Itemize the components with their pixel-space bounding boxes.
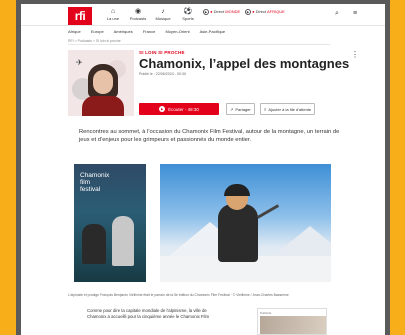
search-icon[interactable]: ⌕ <box>335 10 339 18</box>
show-tag[interactable]: SI LOIN SI PROCHE <box>139 50 185 55</box>
listen-button[interactable]: ▶ Écouter - 48:30 <box>139 103 219 115</box>
podcast-icon: ◉ <box>134 8 142 15</box>
play-circle-icon: ▶ <box>245 9 251 15</box>
article-body: Comme pour dire la capitale mondiale de … <box>87 308 210 319</box>
subnav-moyen-orient[interactable]: Moyen-Orient <box>165 29 189 34</box>
subnav-afrique[interactable]: Afrique <box>68 29 81 34</box>
breadcrumb[interactable]: RFI > Podcasts > Si loin si proche <box>68 39 121 43</box>
published-date: Publié le : 22/06/2024 - 00:30 <box>139 72 186 76</box>
share-button[interactable]: ↗ Partager <box>226 103 255 115</box>
home-icon: ⌂ <box>110 8 116 15</box>
subnav-europe[interactable]: Europe <box>91 29 104 34</box>
sidebar-ad[interactable]: Publicité <box>257 308 327 335</box>
share-icon: ↗ <box>230 106 234 112</box>
episode-description: Rencontres au sommet, à l’occasion du Ch… <box>79 129 340 143</box>
web-page: rfi ⌂ La une ◉ Podcasts ♪ Musique ⚽ Spor… <box>21 4 385 335</box>
subnav-ameriques[interactable]: Amériques <box>114 29 133 34</box>
more-options-icon[interactable]: ⋮ <box>351 50 359 59</box>
live-dot-icon: ● <box>252 9 255 15</box>
festival-poster-image: Chamonix film festival <box>74 164 146 282</box>
plane-icon: ✈ <box>76 58 83 67</box>
add-to-queue-button[interactable]: ≡ Ajouter à la file d'attente <box>260 103 316 115</box>
live-dot-icon: ● <box>210 9 213 15</box>
music-icon: ♪ <box>161 8 165 15</box>
subnav-asie-pacifique[interactable]: Asie-Pacifique <box>200 29 226 34</box>
show-thumbnail: ✈ <box>68 50 134 116</box>
page-title: Chamonix, l’appel des montagnes <box>139 56 350 71</box>
play-circle-icon: ▶ <box>203 9 209 15</box>
ad-image <box>260 316 326 334</box>
subnav-france[interactable]: France <box>143 29 155 34</box>
section-nav: Afrique Europe Amériques France Moyen-Or… <box>68 29 234 35</box>
nav-sports[interactable]: ⚽ Sports <box>176 8 200 21</box>
menu-icon[interactable]: ≡ <box>353 10 357 17</box>
add-queue-icon: ≡ <box>264 106 267 112</box>
site-header: rfi ⌂ La une ◉ Podcasts ♪ Musique ⚽ Spor… <box>21 4 385 26</box>
mountaineer-photo <box>160 164 331 282</box>
sports-icon: ⚽ <box>183 8 193 15</box>
rfi-logo[interactable]: rfi <box>68 7 92 25</box>
divider <box>68 44 330 45</box>
play-icon: ▶ <box>159 106 166 112</box>
poster-title: Chamonix film festival <box>80 172 110 193</box>
nav-podcasts[interactable]: ◉ Podcasts <box>126 8 150 21</box>
nav-musique[interactable]: ♪ Musique <box>151 8 175 21</box>
image-caption: L'alpiniste et prodige François Benjamin… <box>68 293 289 297</box>
live-monde-link[interactable]: ▶ ● Direct MONDE <box>203 9 240 15</box>
live-afrique-link[interactable]: ▶ ● Direct AFRIQUE <box>245 9 285 15</box>
nav-la-une[interactable]: ⌂ La une <box>101 8 125 21</box>
